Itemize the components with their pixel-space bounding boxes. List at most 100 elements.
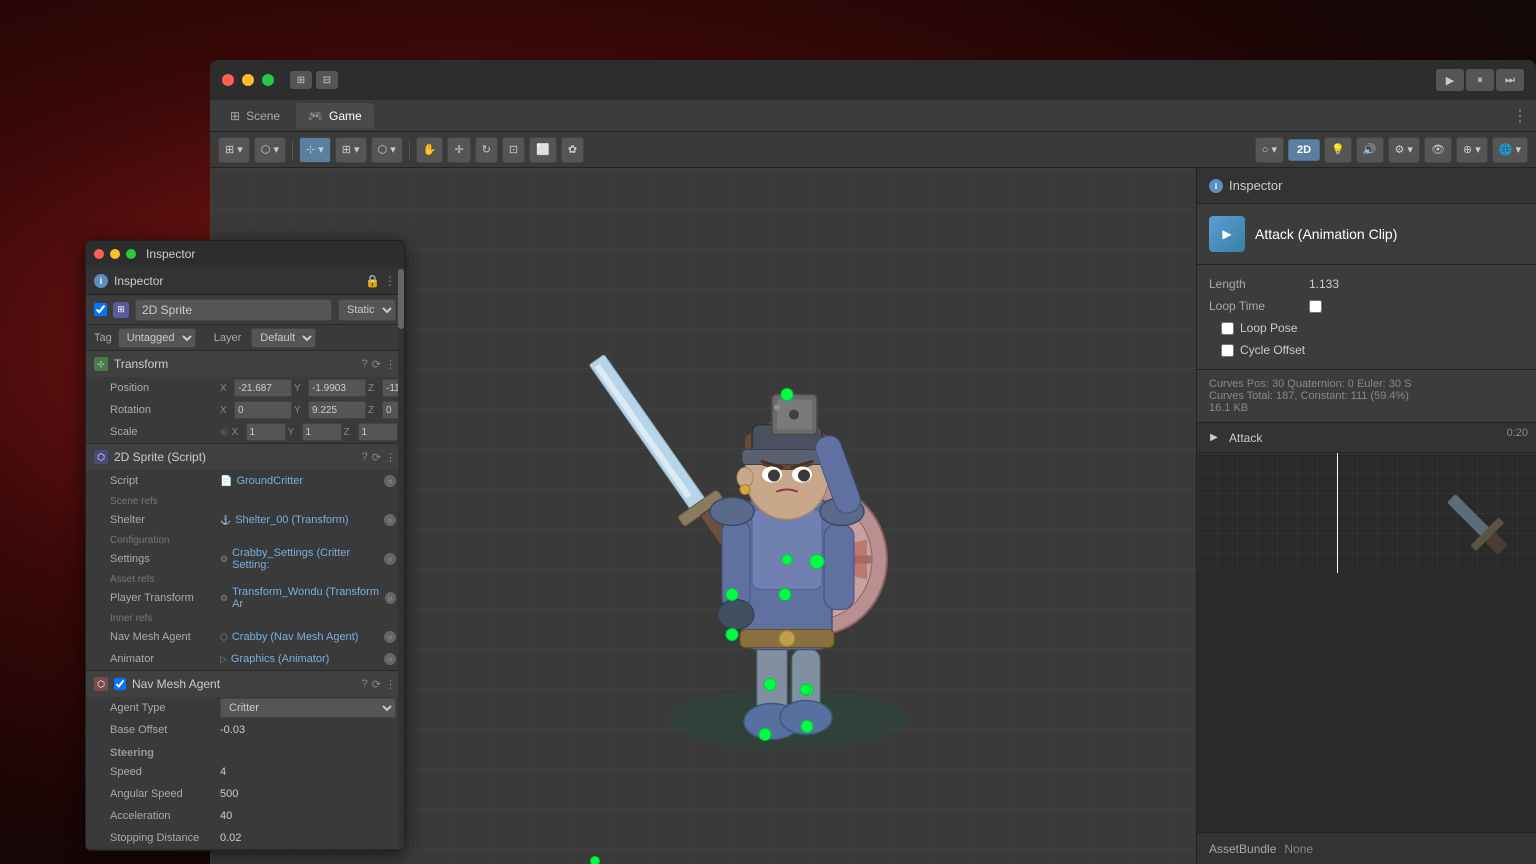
rot-y-input[interactable] [308, 401, 366, 419]
tab-bar: ⊞ Scene 🎮 Game ⋮ [210, 100, 1536, 132]
rotation-row: Rotation X Y Z [86, 399, 404, 421]
tab-scene[interactable]: ⊞ Scene [218, 103, 292, 129]
settings-row: Settings ⚙ Crabby_Settings (Critter Sett… [86, 548, 404, 570]
scale-y-input[interactable] [302, 423, 342, 441]
inspector-properties: Length 1.133 Loop Time Loop Pose [1197, 265, 1536, 370]
loop-time-checkbox[interactable] [1309, 300, 1322, 313]
character-area [577, 240, 997, 793]
transform-actions: ? ⟳ ⋮ [362, 358, 396, 371]
layer-dropdown[interactable]: Default [251, 328, 316, 348]
transform-reset-icon[interactable]: ⟳ [372, 358, 381, 371]
script-ref-circle[interactable]: ○ [384, 475, 396, 487]
toolbar-transform-btn[interactable]: ⬡ ▾ [254, 137, 286, 163]
tab-more-icon[interactable]: ⋮ [1512, 106, 1528, 126]
toolbar-light-btn[interactable]: 💡 [1324, 137, 1352, 163]
settings-ref-circle[interactable]: ○ [384, 553, 396, 565]
scroll-thumb[interactable] [398, 269, 404, 329]
agent-type-row: Agent Type Critter [86, 697, 404, 719]
more-options-icon[interactable]: ⋮ [384, 274, 396, 288]
toolbar-hand-btn[interactable]: ✋ [416, 137, 444, 163]
traffic-light-green[interactable] [262, 74, 274, 86]
tag-dropdown[interactable]: Untagged [118, 328, 196, 348]
toolbar-hidden-btn[interactable]: 👁 [1424, 137, 1452, 163]
step-button[interactable]: ⏭ [1496, 69, 1524, 91]
toolbar-move-btn[interactable]: ⊹ ▾ [299, 137, 331, 163]
cycle-offset-checkbox[interactable] [1221, 344, 1234, 357]
nav-mesh-agent-header[interactable]: ⬡ Nav Mesh Agent ? ⟳ ⋮ [86, 671, 404, 697]
play-button[interactable]: ▶ [1436, 69, 1464, 91]
toolbar-layers-btn[interactable]: ⊞ ▾ [218, 137, 250, 163]
nav-mesh-active-checkbox[interactable] [114, 678, 126, 690]
length-row: Length 1.133 [1209, 273, 1524, 295]
clip-header: Attack (Animation Clip) [1197, 204, 1536, 265]
script-reset-icon[interactable]: ⟳ [372, 451, 381, 464]
tab-game[interactable]: 🎮 Game [296, 103, 374, 129]
speed-label: Speed [110, 766, 220, 778]
transform-more-icon[interactable]: ⋮ [385, 358, 396, 371]
loop-pose-checkbox[interactable] [1221, 322, 1234, 335]
pos-y-input[interactable] [308, 379, 366, 397]
game-tab-icon: 🎮 [308, 109, 323, 123]
toolbar-audio-btn[interactable]: 🔊 [1356, 137, 1384, 163]
script-help-icon[interactable]: ? [362, 451, 368, 464]
traffic-light-yellow[interactable] [242, 74, 254, 86]
shelter-ref-circle[interactable]: ○ [384, 514, 396, 526]
toolbar-scale-btn[interactable]: ⊡ [502, 137, 525, 163]
toolbar-pivot-btn[interactable]: ⬡ ▾ [371, 137, 403, 163]
toolbar-effects-btn[interactable]: ⚙ ▾ [1388, 137, 1420, 163]
nav-forward-button[interactable]: ⊟ [316, 71, 338, 89]
timeline-grid[interactable] [1197, 453, 1536, 573]
toggle-2d-button[interactable]: 2D [1288, 139, 1320, 161]
toolbar-snap-btn[interactable]: ⊞ ▾ [335, 137, 367, 163]
script-more-icon[interactable]: ⋮ [385, 451, 396, 464]
left-tl-red[interactable] [94, 249, 104, 259]
static-dropdown[interactable]: Static [338, 299, 396, 321]
scene-tab-grid-icon: ⊞ [230, 109, 240, 123]
animator-ref-circle[interactable]: ○ [384, 653, 396, 665]
nav-mesh-icon: ⬡ [220, 632, 228, 643]
script-name-text: GroundCritter [236, 475, 303, 487]
loop-pose-row: Loop Pose [1209, 317, 1524, 339]
player-transform-ref-circle[interactable]: ○ [385, 592, 396, 604]
toolbar-rect-btn[interactable]: ⬜ [529, 137, 557, 163]
toolbar-move-tool-btn[interactable]: ✛ [447, 137, 470, 163]
left-tl-green[interactable] [126, 249, 136, 259]
loop-pose-label: Loop Pose [1240, 321, 1297, 335]
acceleration-row: Acceleration 40 [86, 805, 404, 827]
toolbar-transform-all-btn[interactable]: ✿ [561, 137, 584, 163]
agent-type-select[interactable]: Critter [220, 698, 396, 718]
cycle-offset-row: Cycle Offset [1209, 339, 1524, 361]
sprite-script-component: ⬡ 2D Sprite (Script) ? ⟳ ⋮ Script 📄 Grou… [86, 444, 404, 671]
transform-header[interactable]: ⊹ Transform ? ⟳ ⋮ [86, 351, 404, 377]
anim-play-button[interactable]: ▶ [1205, 429, 1223, 447]
nav-mesh-ref-circle[interactable]: ○ [384, 631, 396, 643]
speed-row: Speed 4 [86, 761, 404, 783]
toolbar-render-btn[interactable]: 🌐 ▾ [1492, 137, 1528, 163]
pos-x-input[interactable] [234, 379, 292, 397]
nav-reset-icon[interactable]: ⟳ [372, 678, 381, 691]
object-active-checkbox[interactable] [94, 303, 107, 316]
rotation-xyz: X Y Z [220, 401, 405, 419]
left-info-icon: i [94, 274, 108, 288]
pause-button[interactable]: ⏸ [1466, 69, 1494, 91]
left-insp-title-label: Inspector [146, 247, 195, 261]
asset-bundle-row: AssetBundle None [1197, 832, 1536, 864]
scale-z-input[interactable] [358, 423, 398, 441]
scale-x-input[interactable] [246, 423, 286, 441]
rot-x-input[interactable] [234, 401, 292, 419]
toolbar-rotate-btn[interactable]: ↻ [475, 137, 498, 163]
left-tl-yellow[interactable] [110, 249, 120, 259]
toolbar-camera-btn[interactable]: ⊕ ▾ [1456, 137, 1488, 163]
joint-dot-bottom-left [590, 856, 600, 864]
transform-help-icon[interactable]: ? [362, 358, 368, 371]
toolbar-gizmo-btn[interactable]: ○ ▾ [1255, 137, 1284, 163]
nav-more-icon[interactable]: ⋮ [385, 678, 396, 691]
right-inspector-label: Inspector [1229, 178, 1282, 193]
traffic-light-red[interactable] [222, 74, 234, 86]
object-name-input[interactable] [135, 299, 332, 321]
nav-help-icon[interactable]: ? [362, 678, 368, 691]
curves-pos-text: Curves Pos: 30 Quaternion: 0 Euler: 30 S [1209, 378, 1524, 390]
sprite-script-header[interactable]: ⬡ 2D Sprite (Script) ? ⟳ ⋮ [86, 444, 404, 470]
curves-info: Curves Pos: 30 Quaternion: 0 Euler: 30 S… [1197, 370, 1536, 423]
nav-back-button[interactable]: ⊞ [290, 71, 312, 89]
